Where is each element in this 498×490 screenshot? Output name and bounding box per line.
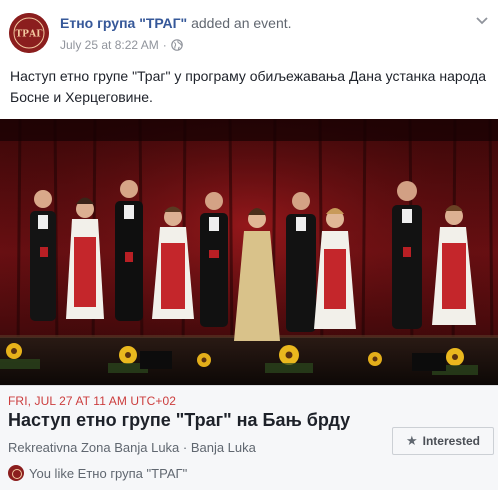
event-card[interactable]: FRI, JUL 27 AT 11 AM UTC+02 Наступ етно … [0,385,498,490]
interested-button[interactable]: ★ Interested [392,427,494,455]
stage-performance-photo[interactable] [0,119,498,385]
event-title[interactable]: Наступ етно групе "Траг" на Бањ брду [8,410,350,431]
trag-logo: ТРАГ [9,13,49,53]
chevron-down-icon[interactable] [474,14,490,26]
svg-text:ТРАГ: ТРАГ [15,30,43,40]
you-like-text: You like Етно група "ТРАГ" [29,465,188,481]
star-icon: ★ [405,433,418,448]
page-name-link[interactable]: Етно група "ТРАГ" [60,15,187,31]
page-like-status: You like Етно група "ТРАГ" [8,465,187,481]
event-post: ТРАГ Етно група "ТРАГ" added an event. J… [0,0,498,490]
interested-label: Interested [422,434,480,448]
event-date: FRI, JUL 27 AT 11 AM UTC+02 [8,394,176,408]
page-mini-avatar [8,465,24,481]
post-action-text: added an event. [187,15,292,31]
meta-separator: · [162,38,167,52]
post-timestamp[interactable]: July 25 at 8:22 AM [60,38,159,52]
post-meta: July 25 at 8:22 AM · [60,38,183,52]
event-location: Rekreativna Zona Banja Luka · Banja Luka [8,440,256,455]
post-header: Етно група "ТРАГ" added an event. [60,15,292,31]
page-avatar[interactable]: ТРАГ [9,13,49,53]
globe-icon[interactable] [170,39,183,51]
post-text: Наступ етно групе "Траг" у програму обиљ… [10,68,487,105]
